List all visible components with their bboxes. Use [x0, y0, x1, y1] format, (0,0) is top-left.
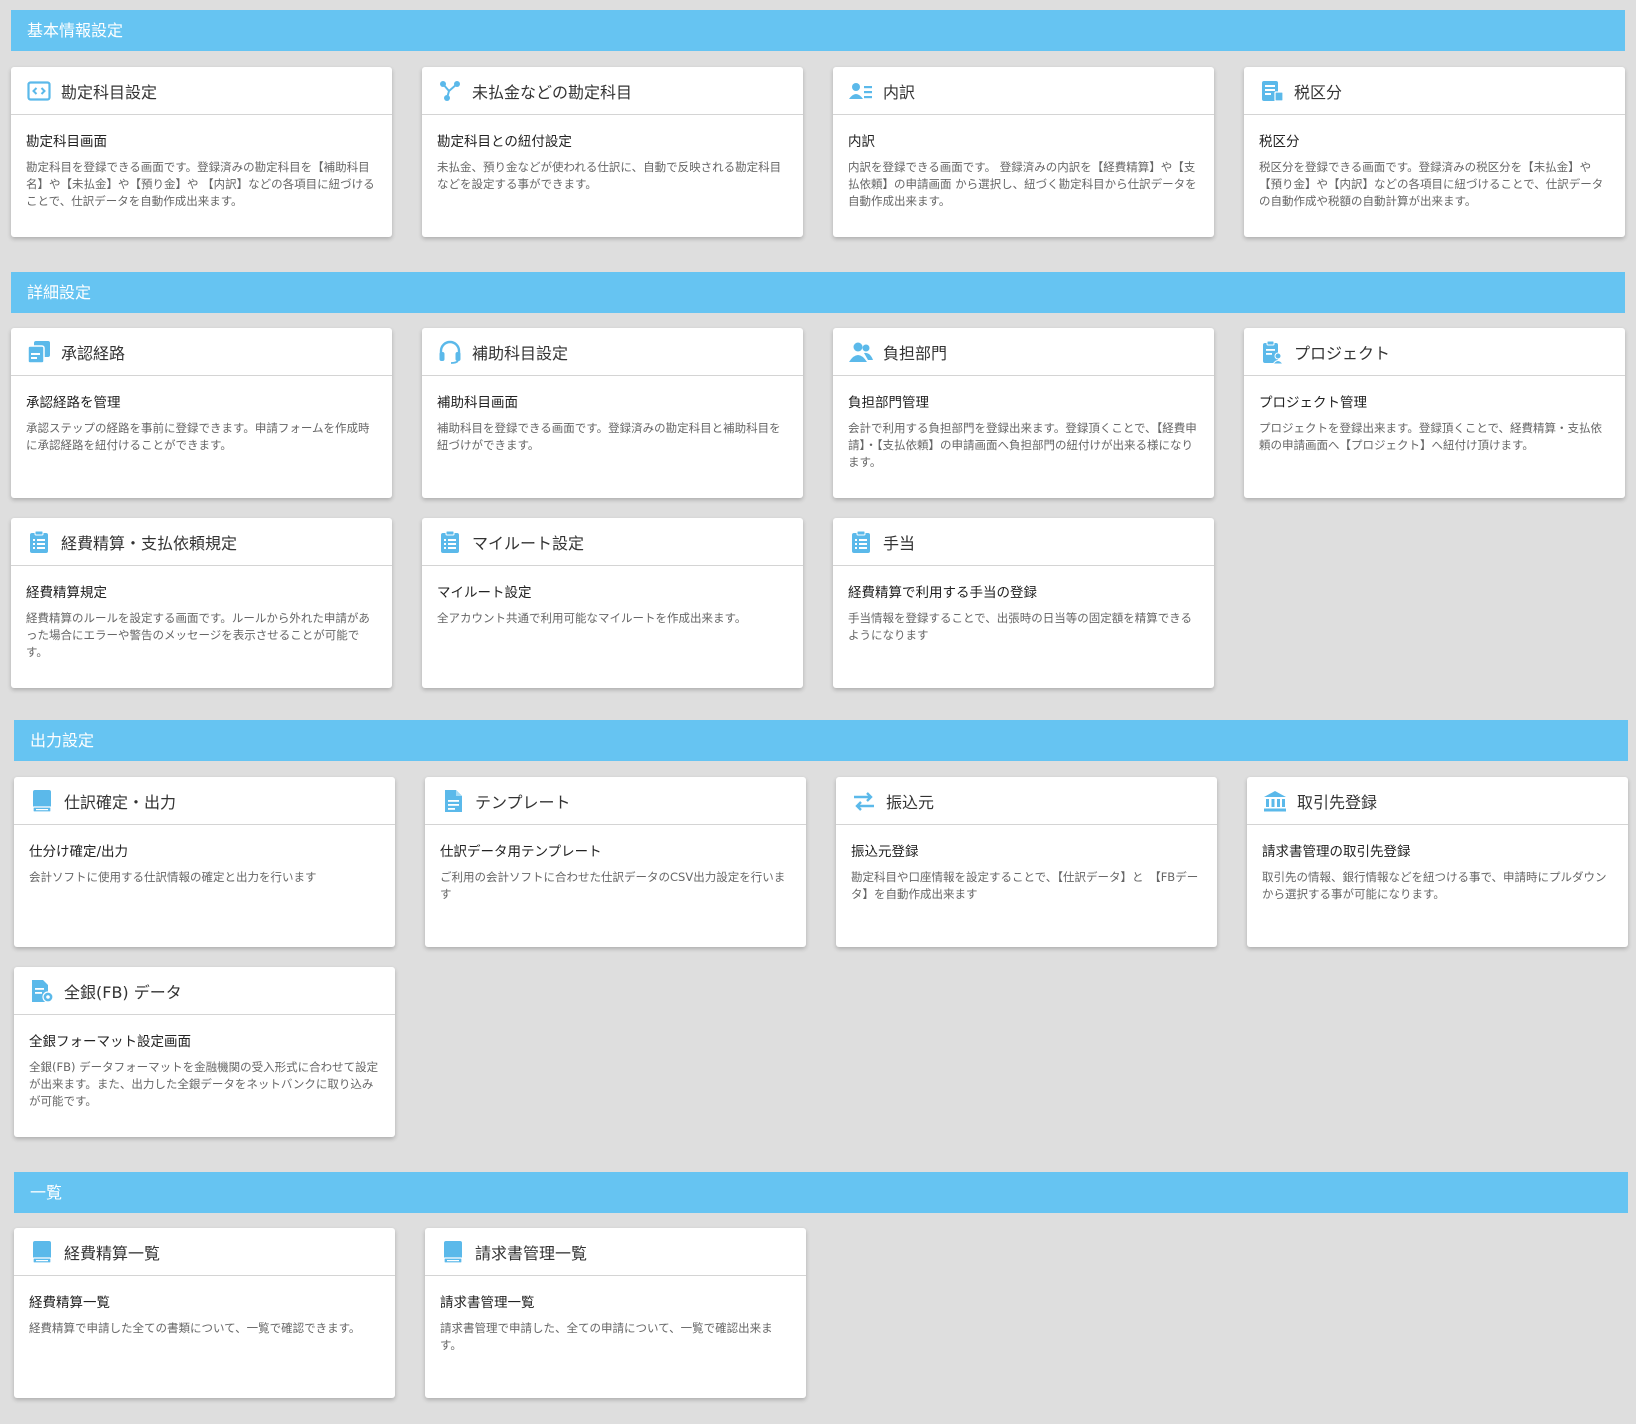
card-description: 承認ステップの経路を事前に登録できます。申請フォームを作成時に承認経路を紐付ける…: [26, 421, 370, 452]
card-tax-category[interactable]: 税区分 税区分 税区分を登録できる画面です。登録済みの税区分を【未払金】や【預り…: [1244, 67, 1625, 237]
book-icon: [440, 1239, 466, 1265]
card-subtitle: 内訳: [848, 134, 875, 150]
card-title: テンプレート: [475, 792, 571, 812]
bank-icon: [1262, 788, 1288, 814]
card-title: 勘定科目設定: [61, 82, 158, 102]
card-subtitle: 承認経路を管理: [26, 395, 121, 411]
card-subtitle: 仕訳データ用テンプレート: [440, 844, 602, 860]
card-title: 請求書管理一覧: [475, 1243, 588, 1263]
card-description: プロジェクトを登録出来ます。登録頂くことで、経費精算・支払依頼の申請画面へ【プロ…: [1259, 421, 1603, 452]
checklist-icon: [26, 529, 52, 555]
card-subtitle: 振込元登録: [851, 844, 919, 860]
card-unpaid-accounts[interactable]: 未払金などの勘定科目 勘定科目との紐付設定 未払金、預り金などが使われる仕訳に、…: [422, 67, 803, 237]
card-title: 振込元: [886, 792, 935, 812]
card-description: 内訳を登録できる画面です。 登録済みの内訳を【経費精算】や【支払依頼】の申請画面…: [848, 160, 1197, 208]
clipboard-user-icon: [1259, 339, 1285, 365]
book-icon: [29, 1239, 55, 1265]
card-cost-department[interactable]: 負担部門 負担部門管理 会計で利用する負担部門を登録出来ます。登録頂くことで、【…: [833, 328, 1214, 498]
card-subtitle: 負担部門管理: [848, 395, 929, 411]
card-title: 承認経路: [61, 343, 126, 363]
card-subtitle: 補助科目画面: [437, 395, 518, 411]
card-expense-rules[interactable]: 経費精算・支払依頼規定 経費精算規定 経費精算のルールを設定する画面です。ルール…: [11, 518, 392, 688]
card-title: 負担部門: [883, 343, 948, 363]
card-description: 手当情報を登録することで、出張時の日当等の固定額を精算できるようになります: [848, 611, 1192, 642]
card-description: 会計ソフトに使用する仕訳情報の確定と出力を行います: [29, 870, 317, 884]
card-subtitle: 税区分: [1259, 134, 1300, 150]
card-description: 経費精算のルールを設定する画面です。ルールから外れた申請があった場合にエラーや警…: [26, 611, 370, 659]
card-title: 税区分: [1294, 82, 1343, 102]
card-title: プロジェクト: [1294, 343, 1391, 363]
section-header-list: 一覧: [14, 1172, 1628, 1213]
card-sub-account[interactable]: 補助科目設定 補助科目画面 補助科目を登録できる画面です。登録済みの勘定科目と補…: [422, 328, 803, 498]
card-description: 補助科目を登録できる画面です。登録済みの勘定科目と補助科目を紐づけができます。: [437, 421, 781, 452]
checklist-icon: [437, 529, 463, 555]
card-journal-output[interactable]: 仕訳確定・出力 仕分け確定/出力 会計ソフトに使用する仕訳情報の確定と出力を行い…: [14, 777, 395, 947]
card-title: 補助科目設定: [472, 343, 569, 363]
card-subtitle: 経費精算規定: [26, 585, 107, 601]
card-description: 取引先の情報、銀行情報などを紐つける事で、申請時にプルダウンから選択する事が可能…: [1262, 870, 1607, 901]
card-subtitle: 勘定科目との紐付設定: [437, 134, 572, 150]
card-title: 仕訳確定・出力: [64, 792, 177, 812]
copy-icon: [26, 339, 52, 365]
card-description: 全銀(FB) データフォーマットを金融機関の受入形式に合わせて設定が出来ます。ま…: [29, 1060, 379, 1108]
card-description: 経費精算で申請した全ての書類について、一覧で確認できます。: [29, 1321, 361, 1335]
card-allowance[interactable]: 手当 経費精算で利用する手当の登録 手当情報を登録することで、出張時の日当等の固…: [833, 518, 1214, 688]
card-description: 勘定科目を登録できる画面です。登録済みの勘定科目を【補助科目名】や【未払金】や【…: [26, 160, 375, 208]
card-title: 経費精算・支払依頼規定: [61, 533, 238, 553]
card-description: 全アカウント共通で利用可能なマイルートを作成出来ます。: [437, 611, 747, 625]
file-settings-icon: [29, 978, 55, 1004]
document-icon: [440, 788, 466, 814]
card-title: 経費精算一覧: [64, 1243, 161, 1263]
card-project[interactable]: プロジェクト プロジェクト管理 プロジェクトを登録出来ます。登録頂くことで、経費…: [1244, 328, 1625, 498]
card-approval-route[interactable]: 承認経路 承認経路を管理 承認ステップの経路を事前に登録できます。申請フォームを…: [11, 328, 392, 498]
card-subtitle: マイルート設定: [437, 585, 532, 601]
card-subtitle: 仕分け確定/出力: [29, 844, 129, 860]
card-title: 取引先登録: [1297, 792, 1378, 812]
card-subtitle: 勘定科目画面: [26, 134, 107, 150]
card-title: 全銀(FB) データ: [64, 982, 182, 1002]
card-description: 税区分を登録できる画面です。登録済みの税区分を【未払金】や【預り金】や【内訳】な…: [1259, 160, 1604, 208]
card-transfer-source[interactable]: 振込元 振込元登録 勘定科目や口座情報を設定することで、【仕訳データ】と 【FB…: [836, 777, 1217, 947]
section-header-detail: 詳細設定: [11, 272, 1625, 313]
card-invoice-list[interactable]: 請求書管理一覧 請求書管理一覧 請求書管理で申請した、全ての申請について、一覧で…: [425, 1228, 806, 1398]
card-client-registration[interactable]: 取引先登録 請求書管理の取引先登録 取引先の情報、銀行情報などを紐つける事で、申…: [1247, 777, 1628, 947]
card-account-settings[interactable]: 勘定科目設定 勘定科目画面 勘定科目を登録できる画面です。登録済みの勘定科目を【…: [11, 67, 392, 237]
users-icon: [848, 339, 874, 365]
card-subtitle: 請求書管理の取引先登録: [1262, 844, 1411, 860]
card-breakdown[interactable]: 内訳 内訳 内訳を登録できる画面です。 登録済みの内訳を【経費精算】や【支払依頼…: [833, 67, 1214, 237]
card-title: 手当: [883, 533, 916, 553]
link-icon: [437, 78, 463, 104]
card-template[interactable]: テンプレート 仕訳データ用テンプレート ご利用の会計ソフトに合わせた仕訳データの…: [425, 777, 806, 947]
card-description: 未払金、預り金などが使われる仕訳に、自動で反映される勘定科目などを設定する事がで…: [437, 160, 782, 191]
section-header-basic: 基本情報設定: [11, 10, 1625, 51]
card-zengin-fb-data[interactable]: 全銀(FB) データ 全銀フォーマット設定画面 全銀(FB) データフォーマット…: [14, 967, 395, 1137]
card-subtitle: 全銀フォーマット設定画面: [29, 1034, 191, 1050]
user-list-icon: [848, 78, 874, 104]
card-my-route[interactable]: マイルート設定 マイルート設定 全アカウント共通で利用可能なマイルートを作成出来…: [422, 518, 803, 688]
headset-icon: [437, 339, 463, 365]
book-icon: [29, 788, 55, 814]
card-subtitle: 経費精算で利用する手当の登録: [848, 585, 1037, 601]
tax-icon: [1259, 78, 1285, 104]
card-description: ご利用の会計ソフトに合わせた仕訳データのCSV出力設定を行います: [440, 870, 786, 901]
card-description: 勘定科目や口座情報を設定することで、【仕訳データ】と 【FBデータ】を自動作成出…: [851, 870, 1199, 901]
checklist-icon: [848, 529, 874, 555]
transfer-icon: [851, 788, 877, 814]
card-subtitle: 請求書管理一覧: [440, 1295, 535, 1311]
code-icon: [26, 78, 52, 104]
card-title: マイルート設定: [472, 533, 585, 553]
card-title: 内訳: [883, 82, 916, 102]
card-subtitle: プロジェクト管理: [1259, 395, 1367, 411]
card-description: 請求書管理で申請した、全ての申請について、一覧で確認出来ます。: [440, 1321, 773, 1352]
card-subtitle: 経費精算一覧: [29, 1295, 110, 1311]
card-expense-list[interactable]: 経費精算一覧 経費精算一覧 経費精算で申請した全ての書類について、一覧で確認でき…: [14, 1228, 395, 1398]
card-title: 未払金などの勘定科目: [472, 82, 633, 102]
card-description: 会計で利用する負担部門を登録出来ます。登録頂くことで、【経費申請】・【支払依頼】…: [848, 421, 1197, 469]
section-header-output: 出力設定: [14, 720, 1628, 761]
